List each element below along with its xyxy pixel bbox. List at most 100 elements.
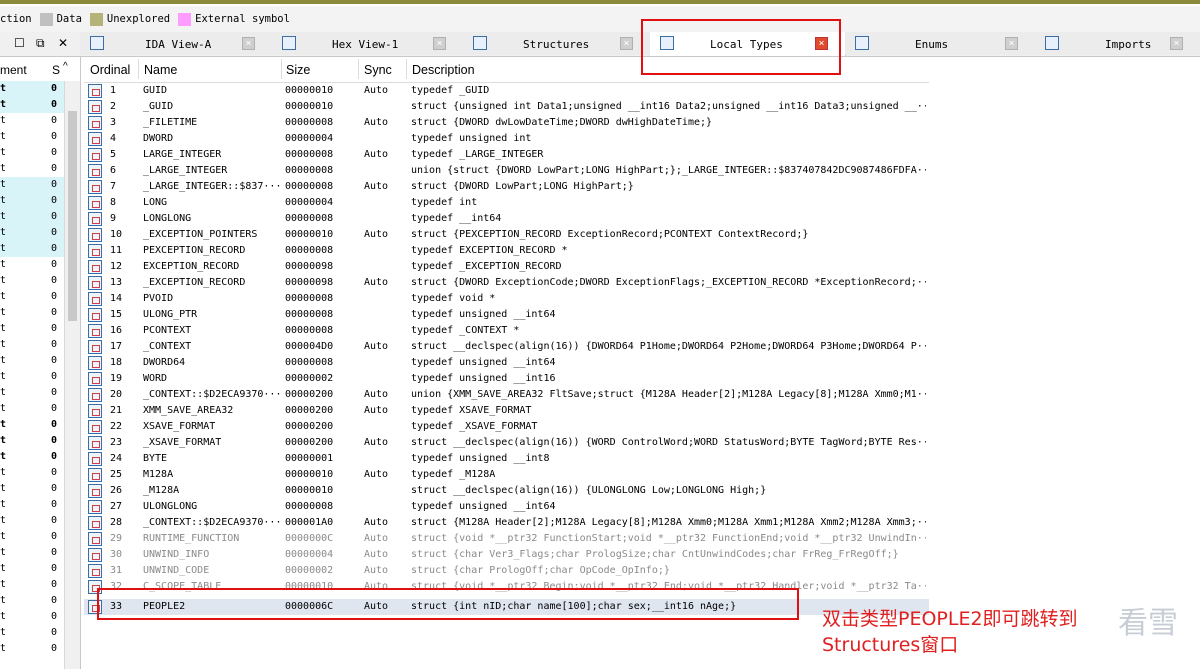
tab-enums[interactable]: Enums × xyxy=(845,32,1036,55)
segment-cell: t xyxy=(0,147,7,158)
table-row[interactable]: 20 _CONTEXT::$D2ECA9370··· 00000200 Auto uni… xyxy=(84,387,929,403)
name-column-header[interactable]: Name xyxy=(144,63,177,77)
description-cell: struct {unsigned int Data1;unsigned __in… xyxy=(411,101,926,112)
scrollbar-thumb[interactable] xyxy=(68,111,77,321)
segment-cell: t xyxy=(0,467,7,478)
tab-close-icon[interactable]: × xyxy=(620,37,633,50)
table-row[interactable]: 29 RUNTIME_FUNCTION 0000000C Auto struct {vo… xyxy=(84,531,929,547)
table-row[interactable]: 13 _EXCEPTION_RECORD 00000098 Auto struct {D… xyxy=(84,275,929,291)
legend-swatch xyxy=(178,12,192,26)
table-row[interactable]: 21 XMM_SAVE_AREA32 00000200 Auto typedef XSA… xyxy=(84,403,929,419)
table-row[interactable]: 3 _FILETIME 00000008 Auto struct {DWORD dwLo… xyxy=(84,115,929,131)
description-cell: typedef void * xyxy=(411,293,496,304)
tab-close-icon[interactable]: × xyxy=(1005,37,1018,50)
sync-cell: Auto xyxy=(364,549,389,560)
panel-close-icon[interactable]: ✕ xyxy=(58,36,68,50)
name-cell: RUNTIME_FUNCTION xyxy=(143,533,240,544)
s-cell: 0 xyxy=(51,275,58,286)
segment-cell: t xyxy=(0,323,7,334)
table-row[interactable]: 6 _LARGE_INTEGER 00000008 union {struct {DW… xyxy=(84,163,929,179)
enums-icon xyxy=(855,36,869,50)
navigation-legend: ction Data Unexplored External symbol xyxy=(0,6,1200,33)
sync-cell: Auto xyxy=(364,149,389,160)
table-row[interactable]: 17 _CONTEXT 000004D0 Auto struct __declspec(… xyxy=(84,339,929,355)
table-row[interactable]: 30 UNWIND_INFO 00000004 Auto struct {char Ve… xyxy=(84,547,929,563)
panel-menu-icon[interactable]: ☐ xyxy=(14,36,25,50)
s-cell: 0 xyxy=(51,467,58,478)
s-cell: 0 xyxy=(51,307,58,318)
size-cell: 00000008 xyxy=(285,181,334,192)
functions-panel-header: ment S ^ xyxy=(0,57,80,82)
s-cell: 0 xyxy=(51,627,58,638)
sync-column-header[interactable]: Sync xyxy=(364,63,392,77)
tab-close-icon[interactable]: × xyxy=(1170,37,1183,50)
name-cell: _M128A xyxy=(143,485,180,496)
watermark: 看雪 xyxy=(1118,606,1178,641)
legend-label: Data xyxy=(56,13,82,25)
local-type-icon xyxy=(88,564,102,578)
table-row[interactable]: 4 DWORD 00000004 typedef unsigned int xyxy=(84,131,929,147)
segment-cell: t xyxy=(0,355,7,366)
name-cell: M128A xyxy=(143,469,174,480)
table-row[interactable]: 22 XSAVE_FORMAT 00000200 typedef _XSAVE_FOR… xyxy=(84,419,929,435)
name-cell: _LARGE_INTEGER xyxy=(143,165,228,176)
tab-bar: IDA View-A × Hex View-1 × Structures × Local T… xyxy=(80,32,1200,57)
table-row[interactable]: 19 WORD 00000002 typedef unsigned __int16 xyxy=(84,371,929,387)
description-cell: typedef unsigned __int8 xyxy=(411,453,550,464)
s-cell: 0 xyxy=(51,643,58,654)
local-type-icon xyxy=(88,532,102,546)
name-cell: DWORD xyxy=(143,133,174,144)
description-cell: typedef unsigned int xyxy=(411,133,532,144)
table-row[interactable]: 25 M128A 00000010 Auto typedef _M128A xyxy=(84,467,929,483)
size-cell: 00000004 xyxy=(285,197,334,208)
table-row[interactable]: 14 PVOID 00000008 typedef void * xyxy=(84,291,929,307)
ordinal-cell: 21 xyxy=(110,405,123,416)
panel-float-icon[interactable]: ⧉ xyxy=(36,36,45,51)
table-row[interactable]: 28 _CONTEXT::$D2ECA9370··· 000001A0 Auto str… xyxy=(84,515,929,531)
tab-ida-view-a[interactable]: IDA View-A × xyxy=(80,32,273,55)
table-row[interactable]: 27 ULONGLONG 00000008 typedef unsigned __in… xyxy=(84,499,929,515)
table-row[interactable]: 15 ULONG_PTR 00000008 typedef unsigned __in… xyxy=(84,307,929,323)
table-row[interactable]: 16 PCONTEXT 00000008 typedef _CONTEXT * xyxy=(84,323,929,339)
size-column-header[interactable]: Size xyxy=(286,63,310,77)
top-color-strip xyxy=(0,0,1200,4)
functions-panel-titlebar: ☐ ⧉ ✕ xyxy=(0,32,80,57)
description-cell: typedef __int64 xyxy=(411,213,502,224)
table-row[interactable]: 8 LONG 00000004 typedef int xyxy=(84,195,929,211)
local-type-icon xyxy=(88,116,102,130)
tab-hex-view-1[interactable]: Hex View-1 × xyxy=(272,32,464,55)
tab-imports[interactable]: Imports × xyxy=(1035,32,1200,55)
table-row[interactable]: 31 UNWIND_CODE 00000002 Auto struct {char Pr… xyxy=(84,563,929,579)
ordinal-column-header[interactable]: Ordinal xyxy=(90,63,130,77)
table-row[interactable]: 9 LONGLONG 00000008 typedef __int64 xyxy=(84,211,929,227)
table-row[interactable]: 24 BYTE 00000001 typedef unsigned __int8 xyxy=(84,451,929,467)
segment-column-header[interactable]: ment xyxy=(0,63,27,77)
tab-close-icon[interactable]: × xyxy=(433,37,446,50)
s-cell: 0 xyxy=(51,499,58,510)
name-cell: _FILETIME xyxy=(143,117,198,128)
table-row[interactable]: 23 _XSAVE_FORMAT 00000200 Auto struct __decl… xyxy=(84,435,929,451)
table-row[interactable]: 2 _GUID 00000010 struct {unsigned int Data1… xyxy=(84,99,929,115)
tab-structures[interactable]: Structures × xyxy=(463,32,651,55)
size-cell: 00000010 xyxy=(285,485,334,496)
ordinal-cell: 20 xyxy=(110,389,123,400)
table-row[interactable]: 5 LARGE_INTEGER 00000008 Auto typedef _LARGE… xyxy=(84,147,929,163)
table-row[interactable]: 18 DWORD64 00000008 typedef unsigned __int6… xyxy=(84,355,929,371)
local-type-icon xyxy=(88,452,102,466)
tab-close-icon[interactable]: × xyxy=(242,37,255,50)
imports-icon xyxy=(1045,36,1059,50)
table-row[interactable]: 7 _LARGE_INTEGER::$837··· 00000008 Auto stru… xyxy=(84,179,929,195)
table-row[interactable]: 26 _M128A 00000010 struct __declspec(align(… xyxy=(84,483,929,499)
description-column-header[interactable]: Description xyxy=(412,63,475,77)
ordinal-cell: 14 xyxy=(110,293,123,304)
s-column-header[interactable]: S xyxy=(52,63,60,77)
table-row[interactable]: 10 _EXCEPTION_POINTERS 00000010 Auto struct … xyxy=(84,227,929,243)
size-cell: 00000008 xyxy=(285,213,334,224)
table-row[interactable]: 12 EXCEPTION_RECORD 00000098 typedef _EXCEP… xyxy=(84,259,929,275)
name-cell: _CONTEXT::$D2ECA9370··· xyxy=(143,517,280,528)
functions-scrollbar[interactable] xyxy=(64,81,80,669)
sync-cell: Auto xyxy=(364,277,389,288)
tab-label: Structures xyxy=(523,38,590,51)
table-row[interactable]: 11 PEXCEPTION_RECORD 00000008 typedef EXCEP… xyxy=(84,243,929,259)
table-row[interactable]: 1 GUID 00000010 Auto typedef _GUID xyxy=(84,83,929,99)
